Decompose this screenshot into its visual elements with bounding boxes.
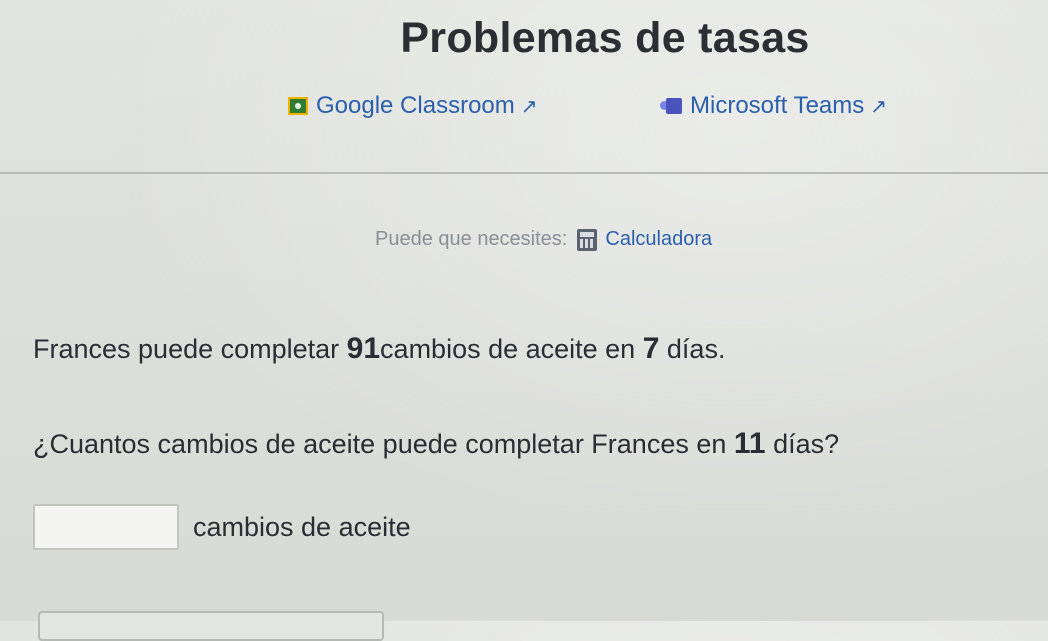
google-classroom-label: Google Classroom xyxy=(316,92,515,119)
external-link-icon: ↗ xyxy=(520,95,538,118)
answer-unit: cambios de aceite xyxy=(193,511,411,542)
problem-text-middle: cambios de aceite en xyxy=(380,334,643,364)
question-text-after: días? xyxy=(765,429,840,459)
question-statement: ¿Cuantos cambios de aceite puede complet… xyxy=(33,427,839,461)
google-classroom-icon xyxy=(288,97,308,115)
answer-row: cambios de aceite xyxy=(33,504,411,550)
microsoft-teams-link[interactable]: Microsoft Teams ↗ xyxy=(660,92,887,120)
check-button[interactable] xyxy=(38,611,384,641)
divider xyxy=(0,172,1048,174)
calculator-link[interactable]: Calculadora xyxy=(605,228,712,251)
page-title: Problemas de tasas xyxy=(400,14,810,62)
problem-text-after: días. xyxy=(659,334,726,364)
question-days: 11 xyxy=(733,427,766,460)
external-link-icon: ↗ xyxy=(870,95,888,118)
google-classroom-link[interactable]: Google Classroom ↗ xyxy=(288,92,538,120)
tools-prefix: Puede que necesites: xyxy=(375,228,568,250)
problem-quantity: 91 xyxy=(346,332,381,365)
problem-days: 7 xyxy=(642,332,660,365)
question-text-before: ¿Cuantos cambios de aceite puede complet… xyxy=(33,429,734,459)
tools-row: Puede que necesites: Calculadora xyxy=(375,228,712,251)
answer-input[interactable] xyxy=(33,504,179,550)
calculator-icon xyxy=(577,228,598,251)
problem-text-before: Frances puede completar xyxy=(33,334,347,364)
microsoft-teams-label: Microsoft Teams xyxy=(690,92,865,119)
microsoft-teams-icon xyxy=(660,96,684,116)
problem-statement: Frances puede completar 91cambios de ace… xyxy=(33,332,725,366)
